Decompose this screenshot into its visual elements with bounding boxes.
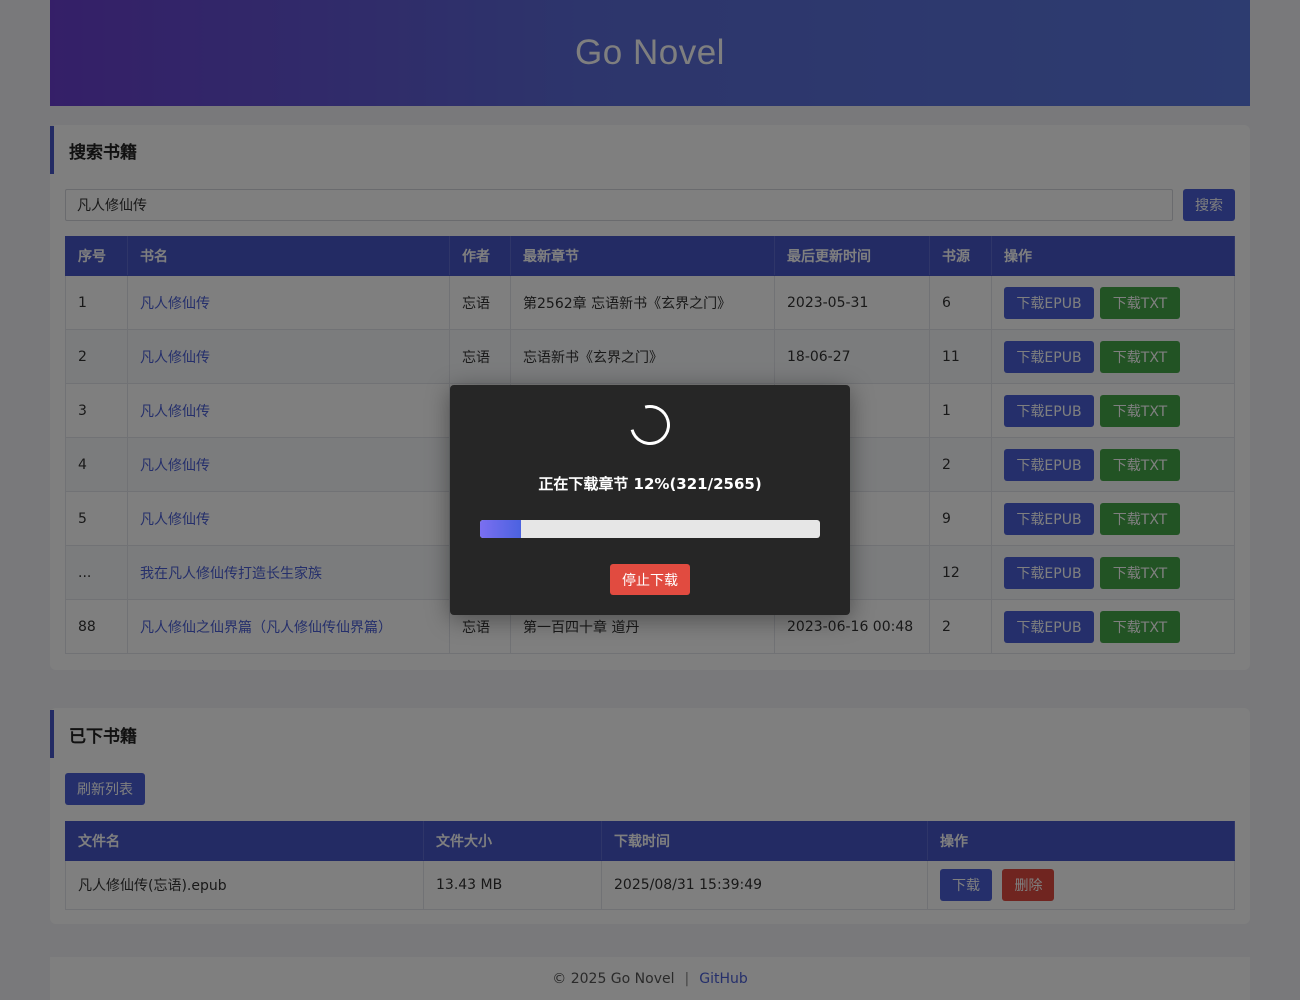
- download-progress-dialog: 正在下载章节 12%(321/2565) 停止下载: [450, 385, 850, 615]
- spinner-icon: [622, 397, 678, 453]
- progress-text: 正在下载章节 12%(321/2565): [538, 475, 762, 493]
- stop-download-button[interactable]: 停止下载: [610, 564, 690, 595]
- progress-bar: [480, 520, 820, 538]
- progress-bar-fill: [480, 520, 521, 538]
